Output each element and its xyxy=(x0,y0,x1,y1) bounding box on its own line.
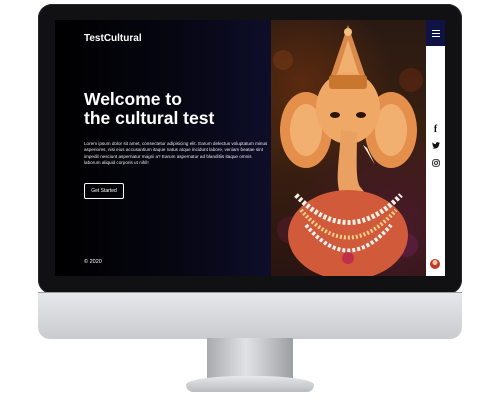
facebook-icon[interactable]: f xyxy=(426,124,445,135)
hero-description: Lorem ipsum dolor sit amet, consectetur … xyxy=(84,141,268,166)
monitor-stand-base xyxy=(186,376,314,392)
hamburger-menu-button[interactable] xyxy=(426,20,445,46)
monitor-chin xyxy=(38,292,462,339)
hero-title: Welcome to the cultural test xyxy=(84,90,264,128)
ganesha-image xyxy=(271,20,426,276)
brand-logo[interactable]: TestCultural xyxy=(84,33,142,44)
hero-section: TestCultural Welcome to the cultural tes… xyxy=(55,20,271,276)
get-started-button[interactable]: Get Started xyxy=(84,183,124,199)
website-screen: TestCultural Welcome to the cultural tes… xyxy=(55,20,445,276)
instagram-icon[interactable] xyxy=(426,159,445,167)
right-icon-bar: f xyxy=(426,20,445,276)
twitter-icon[interactable] xyxy=(426,142,445,149)
monitor-stand-neck xyxy=(207,338,293,380)
hamburger-icon xyxy=(431,29,440,31)
ganesha-illustration xyxy=(273,25,423,276)
hero-title-line-1: Welcome to xyxy=(84,89,182,109)
hero-title-line-2: the cultural test xyxy=(84,108,215,128)
copyright-text: © 2020 xyxy=(84,259,102,265)
user-avatar[interactable] xyxy=(430,259,440,269)
